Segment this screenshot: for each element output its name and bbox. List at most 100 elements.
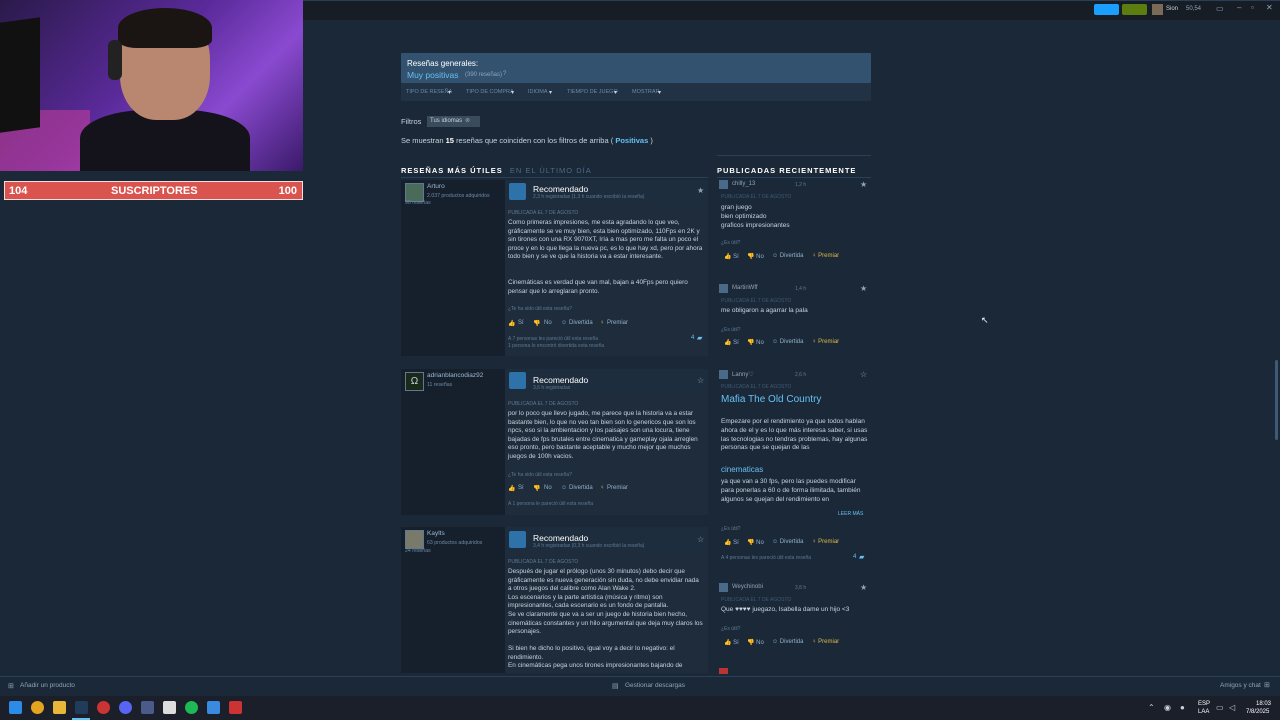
star-icon[interactable]: ★ [860, 180, 867, 189]
scrollbar[interactable] [1275, 360, 1278, 440]
controller-icon[interactable] [207, 701, 220, 714]
award-button[interactable]: ♀ Premiar [812, 639, 839, 645]
close-icon[interactable]: ✕ [1266, 3, 1273, 12]
filter-purchase-type[interactable]: TIPO DE COMPRA [466, 89, 514, 95]
friends-chat-button[interactable]: Amigos y chat [1220, 682, 1261, 689]
clock-date[interactable]: 7/8/2025 [1246, 709, 1269, 715]
review-user[interactable]: Kaylts [427, 530, 445, 537]
avatar[interactable] [405, 530, 424, 549]
bigpicture-icon[interactable]: ▭ [1216, 4, 1224, 13]
yes-button[interactable]: 👍 Sí [724, 639, 739, 646]
steam-icon[interactable] [75, 701, 88, 714]
username[interactable]: Sion [1166, 6, 1178, 12]
award-button[interactable]: ♀ Premiar [812, 253, 839, 259]
downloads-button[interactable]: Gestionar descargas [625, 682, 685, 689]
yes-button[interactable]: 👍 Sí [724, 539, 739, 546]
windows-start-icon[interactable] [9, 701, 22, 714]
maximize-icon[interactable]: ▫ [1251, 3, 1254, 12]
yes-button[interactable]: Sí [518, 320, 524, 326]
add-product-button[interactable]: Añadir un producto [20, 682, 75, 689]
award-button[interactable]: ♀ Premiar [812, 539, 839, 545]
no-button[interactable]: 👎 No [747, 339, 764, 346]
avatar[interactable] [719, 668, 728, 674]
award-icon[interactable]: ♀ [600, 320, 605, 326]
funny-button[interactable]: ☺ Divertida [772, 539, 803, 545]
no-button[interactable]: No [544, 485, 552, 491]
funny-button[interactable]: ☺ Divertida [772, 253, 803, 259]
chrome-icon[interactable] [31, 701, 44, 714]
thumbs-down-icon[interactable]: 👎 [533, 320, 540, 327]
minimize-icon[interactable]: – [1237, 3, 1241, 12]
funny-button[interactable]: ☺ Divertida [772, 639, 803, 645]
downloads-icon[interactable]: ▤ [612, 682, 619, 690]
no-button[interactable]: 👎 No [747, 639, 764, 646]
volume-icon[interactable]: ◁ [1229, 703, 1235, 712]
filter-chip[interactable]: Tus idiomas [427, 116, 481, 127]
add-icon[interactable]: ⊞ [8, 682, 14, 690]
avatar[interactable] [1152, 4, 1163, 15]
thumbs-down-icon[interactable]: 👎 [533, 485, 540, 492]
spotify-icon[interactable] [185, 701, 198, 714]
star-icon[interactable]: ☆ [697, 535, 704, 544]
no-button[interactable]: No [544, 320, 552, 326]
input-language[interactable]: ESP [1198, 701, 1210, 707]
help-icon[interactable]: ? [503, 71, 506, 77]
game-launcher-icon[interactable] [97, 701, 110, 714]
recent-user[interactable]: chilly_13 [732, 181, 755, 187]
yes-button[interactable]: 👍 Sí [724, 253, 739, 260]
comment-count[interactable]: 4 [691, 335, 694, 341]
tray-chevron-icon[interactable]: ⌃ [1148, 703, 1155, 712]
input-region[interactable]: LAA [1198, 709, 1209, 715]
discord-icon[interactable] [119, 701, 132, 714]
comment-count[interactable]: 4 [853, 554, 856, 560]
notifications-button[interactable] [1122, 4, 1147, 15]
recent-user[interactable]: MartinWff [732, 285, 758, 291]
star-icon[interactable]: ★ [860, 284, 867, 293]
filter-review-type[interactable]: TIPO DE RESEÑA [406, 89, 452, 95]
network-icon[interactable]: ▭ [1216, 703, 1224, 712]
overall-rating[interactable]: Muy positivas [407, 70, 459, 80]
funny-icon[interactable]: ☺ [561, 320, 567, 326]
filter-language[interactable]: IDIOMA [528, 89, 548, 95]
funny-icon[interactable]: ☺ [561, 485, 567, 491]
avatar[interactable] [719, 370, 728, 379]
read-more-link[interactable]: LEER MÁS [838, 511, 863, 517]
thumbs-up-icon[interactable]: 👍 [508, 485, 515, 492]
comment-icon[interactable]: ▰ [697, 334, 702, 342]
avatar[interactable] [719, 583, 728, 592]
news-app-icon[interactable] [229, 701, 242, 714]
avatar[interactable] [719, 180, 728, 189]
award-button[interactable]: Premiar [607, 320, 628, 326]
avatar[interactable]: Ω [405, 372, 424, 391]
chat-icon[interactable]: ⊞ [1264, 681, 1270, 689]
avatar[interactable] [719, 284, 728, 293]
remove-filter-icon[interactable]: ⊗ [465, 117, 470, 124]
yes-button[interactable]: 👍 Sí [724, 339, 739, 346]
app-icon[interactable] [141, 701, 154, 714]
funny-button[interactable]: Divertida [569, 485, 593, 491]
filter-playtime[interactable]: TIEMPO DE JUEGO [567, 89, 618, 95]
star-icon[interactable]: ☆ [697, 376, 704, 385]
review-user[interactable]: Arturo [427, 183, 445, 190]
recent-user[interactable]: Lanny♡ [732, 371, 754, 378]
steam-tray-icon[interactable]: ◉ [1164, 703, 1171, 712]
star-icon[interactable]: ★ [860, 583, 867, 592]
thumbs-up-icon[interactable]: 👍 [508, 320, 515, 327]
award-icon[interactable]: ♀ [600, 485, 605, 491]
no-button[interactable]: 👎 No [747, 253, 764, 260]
funny-button[interactable]: Divertida [569, 320, 593, 326]
star-icon[interactable]: ★ [697, 186, 704, 195]
filter-display[interactable]: MOSTRAR [632, 89, 660, 95]
no-button[interactable]: 👎 No [747, 539, 764, 546]
funny-button[interactable]: ☺ Divertida [772, 339, 803, 345]
award-button[interactable]: Premiar [607, 485, 628, 491]
broadcast-button[interactable] [1094, 4, 1119, 15]
recent-user[interactable]: Weychinobi [732, 584, 763, 590]
award-button[interactable]: ♀ Premiar [812, 339, 839, 345]
review-user[interactable]: adrianblancodiaz92 [427, 372, 483, 379]
mic-icon[interactable]: ● [1180, 703, 1185, 712]
yes-button[interactable]: Sí [518, 485, 524, 491]
comment-icon[interactable]: ▰ [859, 553, 864, 561]
clock-time[interactable]: 18:03 [1256, 701, 1271, 707]
obs-icon[interactable] [163, 701, 176, 714]
